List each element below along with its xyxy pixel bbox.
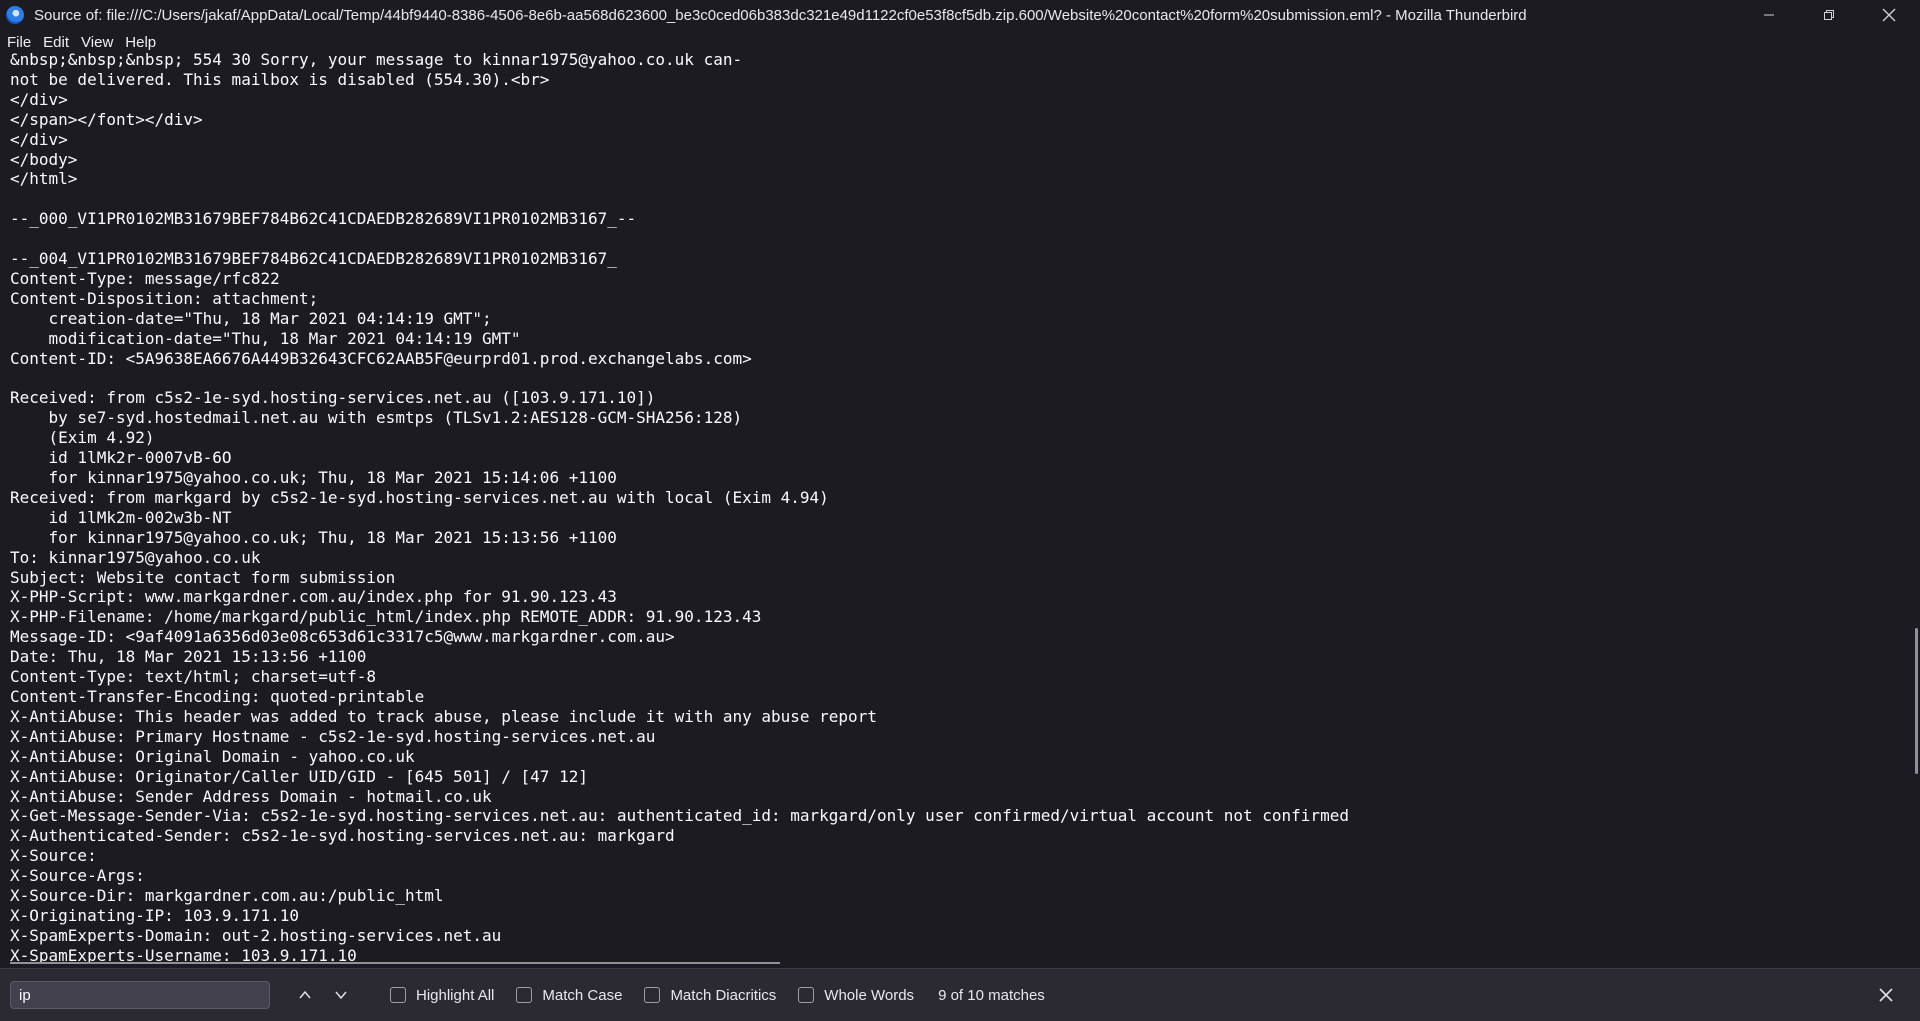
minimize-icon <box>1764 14 1774 16</box>
message-source-text: &nbsp;&nbsp;&nbsp; 554 30 Sorry, your me… <box>10 50 1349 964</box>
highlight-all-checkbox[interactable]: Highlight All <box>390 987 494 1004</box>
close-find-bar-button[interactable] <box>1872 981 1900 1009</box>
close-icon <box>1879 988 1893 1002</box>
window-title: Source of: file:///C:/Users/jakaf/AppDat… <box>34 6 1527 24</box>
checkbox-box[interactable] <box>516 987 533 1003</box>
match-case-label: Match Case <box>542 986 623 1004</box>
menu-edit[interactable]: Edit <box>36 34 74 51</box>
title-bar: Source of: file:///C:/Users/jakaf/AppDat… <box>0 0 1920 30</box>
horizontal-scrollbar-thumb[interactable] <box>10 962 780 964</box>
chevron-up-icon <box>299 990 311 999</box>
match-count-status: 9 of 10 matches <box>938 986 1045 1004</box>
message-source-view[interactable]: &nbsp;&nbsp;&nbsp; 554 30 Sorry, your me… <box>0 50 1905 964</box>
close-window-button[interactable] <box>1860 0 1918 30</box>
whole-words-label: Whole Words <box>824 986 915 1004</box>
vertical-scrollbar-thumb[interactable] <box>1915 628 1918 774</box>
checkbox-box[interactable] <box>390 987 406 1003</box>
close-icon <box>1882 8 1896 22</box>
restore-icon <box>1824 10 1834 20</box>
menu-help[interactable]: Help <box>118 34 161 51</box>
find-bar: Highlight All Match Case Match Diacritic… <box>0 968 1920 1021</box>
find-previous-button[interactable] <box>290 980 320 1010</box>
thunderbird-app-icon <box>6 6 24 24</box>
find-next-button[interactable] <box>326 980 356 1010</box>
match-diacritics-label: Match Diacritics <box>670 986 777 1004</box>
menu-file[interactable]: File <box>0 34 36 51</box>
checkbox-box[interactable] <box>644 987 661 1003</box>
match-case-checkbox[interactable]: Match Case <box>516 987 622 1004</box>
restore-button[interactable] <box>1800 0 1858 30</box>
match-diacritics-checkbox[interactable]: Match Diacritics <box>644 987 776 1004</box>
minimize-button[interactable] <box>1740 0 1798 30</box>
checkbox-box[interactable] <box>798 987 815 1003</box>
find-input[interactable] <box>10 981 270 1009</box>
whole-words-checkbox[interactable]: Whole Words <box>798 987 914 1004</box>
chevron-down-icon <box>335 991 347 1000</box>
highlight-all-label: Highlight All <box>416 986 495 1004</box>
menu-view[interactable]: View <box>74 34 118 51</box>
